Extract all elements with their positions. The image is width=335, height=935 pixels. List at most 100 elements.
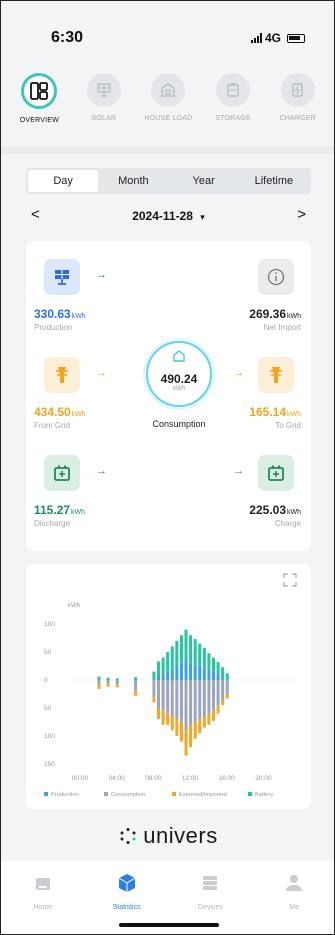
nav-solar-label: SOLAR bbox=[91, 115, 117, 122]
bar-consumption bbox=[189, 680, 193, 725]
bar-battery bbox=[170, 646, 174, 669]
bar-exported_imported bbox=[170, 716, 174, 731]
bar-exported_imported bbox=[212, 710, 215, 721]
next-date-button[interactable]: > bbox=[297, 206, 306, 223]
bar-consumption bbox=[134, 680, 138, 691]
legend-swatch bbox=[172, 792, 176, 796]
bar-exported_imported bbox=[216, 705, 220, 714]
bar-battery bbox=[212, 657, 215, 672]
me-icon bbox=[286, 875, 303, 891]
legend-swatch bbox=[44, 792, 48, 796]
bar-production bbox=[212, 671, 215, 680]
bar-production bbox=[207, 669, 211, 680]
nav-storage-label: STORAGE bbox=[215, 115, 251, 122]
bar-production bbox=[166, 671, 170, 680]
bar-production bbox=[216, 674, 220, 680]
discharge-value: 115.27kWh bbox=[34, 503, 85, 517]
bar-battery bbox=[216, 662, 220, 675]
bar-battery bbox=[179, 635, 183, 664]
y-tick-label: 0 bbox=[44, 677, 48, 684]
charge-arrow: → bbox=[233, 465, 244, 477]
from-grid-number: 434.50 bbox=[34, 405, 71, 419]
bar-battery bbox=[198, 643, 202, 666]
battery-charge-icon bbox=[258, 455, 294, 491]
brand-logo: univers bbox=[1, 823, 334, 849]
to-grid-arrow: → bbox=[233, 367, 244, 379]
production-label: Production bbox=[34, 323, 73, 332]
nav-charger[interactable]: CHARGER bbox=[267, 73, 329, 133]
info-icon bbox=[258, 259, 294, 295]
date-picker[interactable]: 2024-11-28 ▾ bbox=[26, 209, 311, 223]
solar-icon bbox=[86, 73, 121, 107]
charge-unit: kWh bbox=[287, 509, 301, 516]
nav-overview[interactable]: OVERVIEW bbox=[8, 73, 70, 133]
tab-me[interactable]: Me bbox=[264, 873, 324, 934]
energy-bar-chart: kWh 100 50 0 50 100 150 00:00 04:00 08:00 12:00 1… bbox=[44, 573, 297, 798]
devices-icon bbox=[203, 876, 218, 890]
tab-home-label: Home bbox=[33, 904, 53, 911]
nav-overview-label: OVERVIEW bbox=[19, 117, 59, 124]
tab-me-label: Me bbox=[289, 904, 299, 911]
production-number: 330.63 bbox=[34, 307, 71, 321]
nav-storage[interactable]: STORAGE bbox=[202, 73, 264, 133]
tab-year[interactable]: Year bbox=[169, 170, 239, 192]
home-icon bbox=[35, 878, 50, 890]
date-value: 2024-11-28 bbox=[132, 209, 193, 223]
net-import-value: 269.36kWh bbox=[249, 307, 301, 321]
bar-production bbox=[198, 666, 202, 680]
statistics-icon bbox=[118, 874, 135, 892]
bar-battery bbox=[189, 635, 193, 664]
bar-battery bbox=[193, 639, 197, 665]
tab-month[interactable]: Month bbox=[98, 170, 168, 192]
bar-production bbox=[161, 674, 165, 680]
bar-consumption bbox=[193, 680, 197, 722]
bar-production bbox=[202, 667, 206, 680]
chevron-down-icon: ▾ bbox=[200, 212, 205, 222]
x-tick-label: 08:00 bbox=[145, 775, 162, 782]
bar-consumption bbox=[166, 680, 170, 714]
bar-battery bbox=[97, 676, 101, 680]
bar-exported_imported bbox=[115, 684, 119, 688]
from-grid-value: 434.50kWh bbox=[34, 405, 86, 419]
nav-solar[interactable]: SOLAR bbox=[73, 73, 135, 133]
grid-export-icon bbox=[258, 357, 294, 393]
x-tick-label: 04:00 bbox=[109, 775, 126, 782]
bar-exported_imported bbox=[225, 694, 229, 699]
storage-icon bbox=[216, 73, 251, 107]
net-import-label: Net Import bbox=[263, 323, 301, 332]
bar-battery bbox=[106, 677, 110, 680]
bar-exported_imported bbox=[189, 724, 193, 748]
bar-consumption bbox=[152, 680, 156, 697]
bar-production bbox=[157, 675, 160, 680]
net-import-unit: kWh bbox=[287, 313, 301, 320]
consumption-circle[interactable]: 490.24 kWh bbox=[146, 341, 212, 407]
bar-exported_imported bbox=[184, 730, 188, 756]
expand-icon[interactable] bbox=[283, 573, 297, 587]
bar-exported_imported bbox=[175, 719, 179, 736]
bar-production bbox=[184, 660, 188, 680]
app-screen: 6:30 4G OVERVIEW SOLAR HOUSE LOAD STORAG… bbox=[0, 0, 335, 935]
to-grid-value: 165.14kWh bbox=[249, 405, 301, 419]
to-grid-unit: kWh bbox=[287, 411, 301, 418]
house-load-icon bbox=[151, 73, 186, 107]
legend-label: Production bbox=[51, 792, 79, 798]
x-tick-label: 16:00 bbox=[219, 775, 236, 782]
tab-lifetime[interactable]: Lifetime bbox=[239, 170, 309, 192]
from-grid-label: From Grid bbox=[34, 421, 70, 430]
tab-statistics-label: Statistics bbox=[112, 904, 141, 911]
bar-exported_imported bbox=[179, 722, 183, 742]
discharge-arrow: → bbox=[96, 465, 107, 477]
nav-house-load[interactable]: HOUSE LOAD bbox=[137, 73, 199, 133]
y-tick-label: 150 bbox=[44, 761, 55, 768]
to-grid-label: To Grid bbox=[275, 421, 301, 430]
x-tick-label: 12:00 bbox=[182, 775, 199, 782]
bar-exported_imported bbox=[106, 683, 110, 687]
bar-battery bbox=[115, 678, 119, 680]
bar-battery bbox=[166, 652, 170, 672]
tab-home[interactable]: Home bbox=[13, 873, 73, 934]
consumption-unit: kWh bbox=[173, 386, 185, 392]
bar-battery bbox=[161, 657, 165, 675]
tab-day[interactable]: Day bbox=[28, 170, 99, 192]
bar-production bbox=[179, 663, 183, 680]
bar-consumption bbox=[207, 680, 211, 714]
